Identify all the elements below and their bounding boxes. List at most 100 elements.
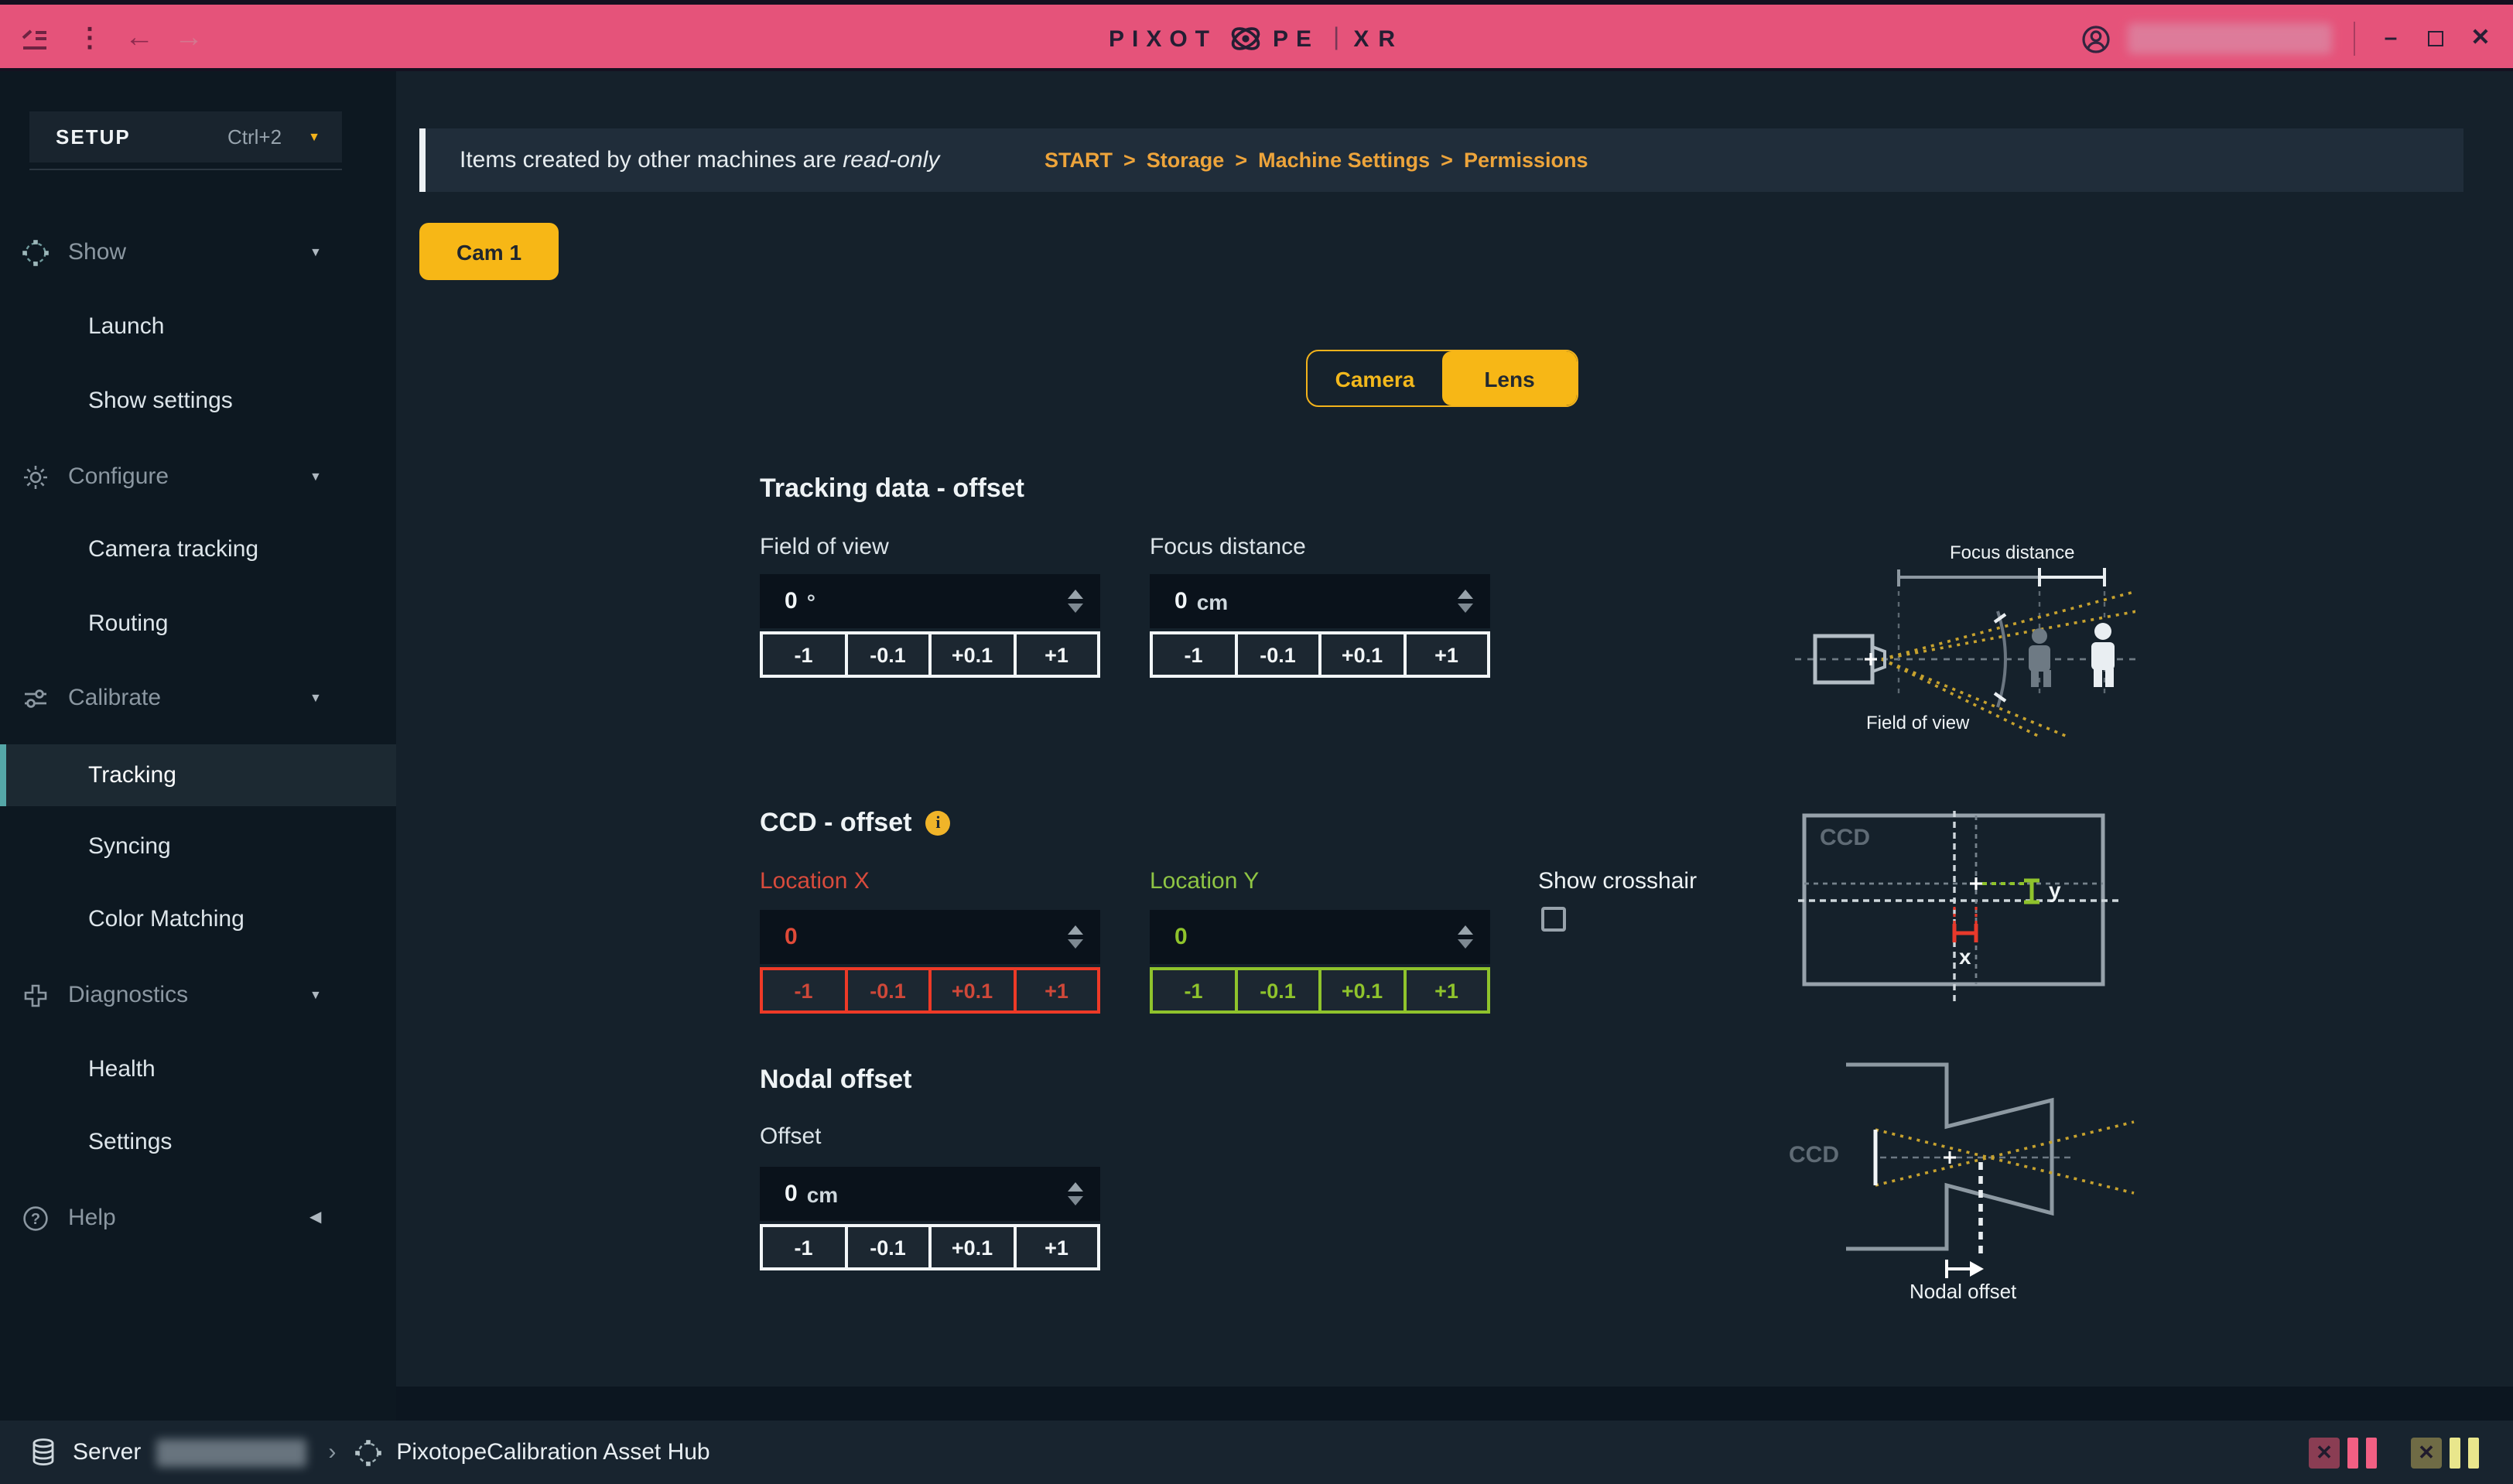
maximize-button[interactable] <box>2428 31 2443 46</box>
sidebar-item-label: Launch <box>88 313 164 340</box>
breadcrumb-machine-settings[interactable]: Machine Settings <box>1258 149 1430 172</box>
fov-minus-0-1-button[interactable]: -0.1 <box>844 631 932 678</box>
sidebar-item-show-settings[interactable]: Show settings <box>0 374 396 427</box>
nodal-minus-0-1-button[interactable]: -0.1 <box>844 1224 932 1270</box>
location-x-input[interactable]: 0 <box>760 910 1100 964</box>
nodal-offset-spinner[interactable] <box>1068 1167 1083 1221</box>
ccd-offset-title: CCD - offset i <box>760 808 950 839</box>
show-crosshair-checkbox[interactable] <box>1541 907 1566 932</box>
nodal-offset-label: Offset <box>760 1123 822 1150</box>
statusbar: Server › PixotopeCalibration Asset Hub ✕… <box>0 1421 2513 1484</box>
minimize-button[interactable]: – <box>2377 23 2405 54</box>
fov-plus-0-1-button[interactable]: +0.1 <box>928 631 1016 678</box>
info-icon[interactable]: i <box>925 811 950 836</box>
sidebar-item-label: Help <box>68 1205 116 1231</box>
locx-plus-1-button[interactable]: +1 <box>1013 967 1100 1014</box>
sidebar-item-launch[interactable]: Launch <box>0 300 396 353</box>
focus-distance-value: 0 <box>1174 588 1188 614</box>
sidebar-item-settings[interactable]: Settings <box>0 1116 396 1168</box>
sliders-icon <box>20 683 50 713</box>
focus-distance-label: Focus distance <box>1150 534 1306 560</box>
mode-selector[interactable]: SETUP Ctrl+2 ▼ <box>29 111 342 162</box>
location-y-label: Location Y <box>1150 868 1259 894</box>
sidebar-item-syncing[interactable]: Syncing <box>0 820 396 873</box>
chevron-right-icon: › <box>328 1439 336 1465</box>
focus-minus-1-button[interactable]: -1 <box>1150 631 1237 678</box>
breadcrumb-start[interactable]: START <box>1045 149 1113 172</box>
locy-plus-0-1-button[interactable]: +0.1 <box>1318 967 1406 1014</box>
sidebar-item-camera-tracking[interactable]: Camera tracking <box>0 523 396 576</box>
field-of-view-spinner[interactable] <box>1068 574 1083 628</box>
sidebar-item-routing[interactable]: Routing <box>0 597 396 650</box>
locy-plus-1-button[interactable]: +1 <box>1403 967 1490 1014</box>
nodal-minus-1-button[interactable]: -1 <box>760 1224 847 1270</box>
close-button[interactable]: ✕ <box>2467 23 2494 54</box>
focus-distance-spinner[interactable] <box>1458 574 1473 628</box>
focus-distance-input[interactable]: 0 cm <box>1150 574 1490 628</box>
nodal-offset-input[interactable]: 0 cm <box>760 1167 1100 1221</box>
pause-bar-yellow-2[interactable] <box>2468 1437 2479 1468</box>
diagram-x-label: x <box>1959 944 1971 969</box>
locx-minus-0-1-button[interactable]: -0.1 <box>844 967 932 1014</box>
sidebar-item-label: Show settings <box>88 388 233 414</box>
pause-bar-yellow-1[interactable] <box>2450 1437 2460 1468</box>
location-x-spinner[interactable] <box>1068 910 1083 964</box>
pause-bar-pink-1[interactable] <box>2347 1437 2358 1468</box>
sidebar-item-diagnostics[interactable]: Diagnostics ▼ <box>0 969 396 1021</box>
nodal-offset-steppers: -1 -0.1 +0.1 +1 <box>760 1224 1100 1270</box>
breadcrumb-permissions[interactable]: Permissions <box>1464 149 1588 172</box>
field-of-view-input[interactable]: 0 ° <box>760 574 1100 628</box>
asset-hub-label[interactable]: PixotopeCalibration Asset Hub <box>396 1439 709 1465</box>
sidebar-item-health[interactable]: Health <box>0 1043 396 1096</box>
nodal-offset-unit: cm <box>807 1181 838 1206</box>
cam-1-tab[interactable]: Cam 1 <box>419 223 559 280</box>
pixotope-atom-icon <box>1228 22 1262 56</box>
locy-minus-0-1-button[interactable]: -0.1 <box>1234 967 1321 1014</box>
focus-plus-0-1-button[interactable]: +0.1 <box>1318 631 1406 678</box>
sidebar-item-show[interactable]: Show ▼ <box>0 226 396 279</box>
focus-plus-1-button[interactable]: +1 <box>1403 631 1490 678</box>
sidebar-item-configure[interactable]: Configure ▼ <box>0 450 396 503</box>
diagram-focus-distance-label: Focus distance <box>1950 542 2074 563</box>
chevron-down-icon: ▼ <box>309 691 322 705</box>
mode-dropdown-icon: ▼ <box>308 130 320 144</box>
user-account-icon[interactable] <box>2081 24 2111 53</box>
server-label[interactable]: Server <box>73 1439 141 1465</box>
locy-minus-1-button[interactable]: -1 <box>1150 967 1237 1014</box>
chevron-left-icon: ◀ <box>309 1209 321 1226</box>
gear-icon <box>20 462 50 491</box>
app-window: ⋮ ← → PIXOT PE | XR <box>0 0 2513 1484</box>
sidebar-item-label: Diagnostics <box>68 982 188 1008</box>
location-y-spinner[interactable] <box>1458 910 1473 964</box>
focus-minus-0-1-button[interactable]: -0.1 <box>1234 631 1321 678</box>
sidebar-item-calibrate[interactable]: Calibrate ▼ <box>0 672 396 724</box>
sidebar-item-color-matching[interactable]: Color Matching <box>0 893 396 945</box>
mode-label: SETUP <box>56 125 131 149</box>
breadcrumb-separator: > <box>1123 149 1136 172</box>
location-y-input[interactable]: 0 <box>1150 910 1490 964</box>
locx-plus-0-1-button[interactable]: +0.1 <box>928 967 1016 1014</box>
diagram-y-label: y <box>2049 877 2061 902</box>
stop-indicator-yellow[interactable]: ✕ <box>2411 1437 2442 1468</box>
camera-tab[interactable]: Camera <box>1308 351 1442 405</box>
sidebar-item-label: Show <box>68 239 126 265</box>
show-cube-icon <box>20 238 50 267</box>
sidebar-item-label: Health <box>88 1056 156 1082</box>
redacted-server-name[interactable] <box>156 1438 306 1466</box>
stop-indicator-pink[interactable]: ✕ <box>2309 1437 2340 1468</box>
titlebar-divider <box>2354 22 2355 56</box>
redacted-username[interactable] <box>2128 23 2332 54</box>
fov-plus-1-button[interactable]: +1 <box>1013 631 1100 678</box>
location-y-value: 0 <box>1174 924 1188 950</box>
sidebar-item-help[interactable]: ? Help ◀ <box>0 1192 396 1244</box>
pause-bar-pink-2[interactable] <box>2366 1437 2377 1468</box>
breadcrumb-storage[interactable]: Storage <box>1147 149 1225 172</box>
sidebar-item-tracking[interactable]: Tracking <box>0 744 396 806</box>
location-x-label: Location X <box>760 868 870 894</box>
nodal-plus-0-1-button[interactable]: +0.1 <box>928 1224 1016 1270</box>
fov-minus-1-button[interactable]: -1 <box>760 631 847 678</box>
locx-minus-1-button[interactable]: -1 <box>760 967 847 1014</box>
brand-separator: | <box>1333 25 1339 53</box>
nodal-plus-1-button[interactable]: +1 <box>1013 1224 1100 1270</box>
lens-tab[interactable]: Lens <box>1442 351 1577 405</box>
